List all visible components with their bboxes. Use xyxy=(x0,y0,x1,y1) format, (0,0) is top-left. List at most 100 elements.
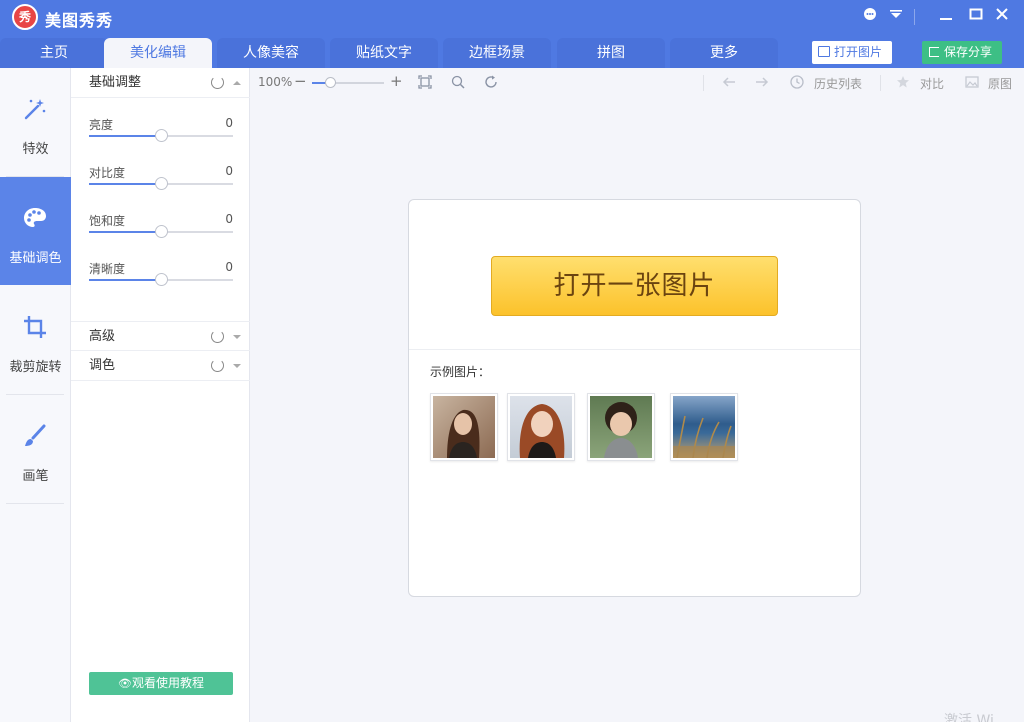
nav-brush[interactable]: 画笔 xyxy=(0,395,71,503)
fit-screen-icon[interactable] xyxy=(418,75,432,89)
sharpness-slider[interactable]: 清晰度 0 xyxy=(89,260,233,300)
open-an-image-button[interactable]: 打开一张图片 xyxy=(491,256,778,316)
card-divider xyxy=(409,349,860,350)
maximize-icon[interactable] xyxy=(965,6,987,28)
main-tab-bar: 主页 美化编辑 人像美容 贴纸文字 边框场景 拼图 更多 打开图片 保存分享 xyxy=(0,36,1024,68)
slider-label: 亮度 xyxy=(89,118,114,132)
title-bar: 秀 美图秀秀 xyxy=(0,0,1024,36)
tab-portrait[interactable]: 人像美容 xyxy=(217,38,325,68)
nav-basic-color[interactable]: 基础调色 xyxy=(0,177,71,285)
nav-crop-rotate[interactable]: 裁剪旋转 xyxy=(0,286,71,394)
watch-tutorial-label: 观看使用教程 xyxy=(131,676,204,690)
redo-icon[interactable] xyxy=(755,75,769,89)
sample-image-landscape[interactable] xyxy=(670,393,738,461)
toolbar-divider xyxy=(880,75,881,91)
slider-fill xyxy=(89,135,161,137)
zoom-out-icon[interactable]: − xyxy=(294,72,307,90)
palette-icon xyxy=(24,208,46,227)
basic-adjust-header[interactable]: 基础调整 xyxy=(71,68,250,98)
open-image-label: 打开图片 xyxy=(834,45,883,59)
saturation-slider[interactable]: 饱和度 0 xyxy=(89,212,233,252)
slider-knob[interactable] xyxy=(155,273,168,286)
watch-tutorial-button[interactable]: 👁观看使用教程 xyxy=(89,672,233,695)
nav-brush-label: 画笔 xyxy=(22,469,49,484)
undo-icon[interactable] xyxy=(722,75,736,89)
tab-more[interactable]: 更多 xyxy=(670,38,778,68)
sample-image-portrait-1[interactable] xyxy=(430,393,498,461)
eye-icon: 👁 xyxy=(118,677,132,690)
tab-home[interactable]: 主页 xyxy=(0,38,108,68)
save-share-button[interactable]: 保存分享 xyxy=(922,41,1002,64)
slider-knob[interactable] xyxy=(155,129,168,142)
image-icon xyxy=(818,46,830,57)
tab-frames-scenes[interactable]: 边框场景 xyxy=(443,38,551,68)
slider-label: 对比度 xyxy=(89,166,126,180)
slider-fill xyxy=(89,231,161,233)
sample-image-portrait-2[interactable] xyxy=(507,393,575,461)
advanced-title: 高级 xyxy=(89,329,116,344)
color-header[interactable]: 调色 xyxy=(71,351,250,381)
open-image-card: 打开一张图片 示例图片： xyxy=(408,199,861,597)
slider-knob[interactable] xyxy=(155,177,168,190)
compare-star-icon[interactable] xyxy=(896,75,910,89)
crop-icon xyxy=(24,316,46,338)
adjust-panel: 基础调整 亮度 0 对比度 0 饱和度 0 清晰度 0 高级 调色 👁观看使用教… xyxy=(71,68,250,722)
dropdown-menu-icon[interactable] xyxy=(885,6,907,28)
collapse-arrow-icon[interactable] xyxy=(233,81,241,85)
slider-fill xyxy=(89,183,161,185)
tab-edit[interactable]: 美化编辑 xyxy=(104,38,212,68)
brush-icon xyxy=(25,424,46,446)
slider-value: 0 xyxy=(225,260,233,274)
open-image-button[interactable]: 打开图片 xyxy=(812,41,892,64)
magic-wand-icon xyxy=(24,99,46,120)
zoom-in-icon[interactable]: + xyxy=(390,72,403,90)
slider-value: 0 xyxy=(225,212,233,226)
canvas-toolbar: 100% − + 历史列表 对比 原图 xyxy=(250,68,1024,98)
original-image-icon[interactable] xyxy=(965,75,979,89)
chat-icon[interactable] xyxy=(859,6,881,28)
color-title: 调色 xyxy=(89,358,116,373)
activation-watermark: 激活 Wi xyxy=(944,713,994,722)
sample-images-label: 示例图片： xyxy=(430,365,491,379)
brightness-slider[interactable]: 亮度 0 xyxy=(89,116,233,156)
close-icon[interactable] xyxy=(991,6,1013,28)
original-label[interactable]: 原图 xyxy=(988,75,1012,92)
tab-stickers-text[interactable]: 贴纸文字 xyxy=(330,38,438,68)
compare-label[interactable]: 对比 xyxy=(920,75,944,92)
expand-arrow-icon[interactable] xyxy=(233,364,241,368)
history-clock-icon[interactable] xyxy=(790,75,804,89)
left-tool-nav: 特效 基础调色 裁剪旋转 画笔 xyxy=(0,68,71,722)
toolbar-divider xyxy=(703,75,704,91)
contrast-slider[interactable]: 对比度 0 xyxy=(89,164,233,204)
basic-adjust-title: 基础调整 xyxy=(89,75,142,90)
title-divider xyxy=(914,9,915,25)
slider-label: 饱和度 xyxy=(89,214,126,228)
nav-crop-rotate-label: 裁剪旋转 xyxy=(9,360,62,375)
reset-icon[interactable] xyxy=(211,330,224,343)
slider-label: 清晰度 xyxy=(89,262,126,276)
actual-size-icon[interactable] xyxy=(451,75,465,89)
slider-knob[interactable] xyxy=(155,225,168,238)
reset-icon[interactable] xyxy=(211,359,224,372)
sample-image-child[interactable] xyxy=(587,393,655,461)
nav-divider xyxy=(6,503,64,504)
slider-value: 0 xyxy=(225,164,233,178)
advanced-header[interactable]: 高级 xyxy=(71,321,250,351)
export-icon xyxy=(929,47,939,57)
nav-basic-color-label: 基础调色 xyxy=(9,251,62,266)
slider-fill xyxy=(89,279,161,281)
nav-effects-label: 特效 xyxy=(22,142,49,157)
nav-effects[interactable]: 特效 xyxy=(0,68,71,176)
zoom-level: 100% xyxy=(258,75,293,89)
zoom-slider-knob[interactable] xyxy=(325,77,336,88)
slider-value: 0 xyxy=(225,116,233,130)
minimize-icon[interactable] xyxy=(935,6,957,28)
reset-icon[interactable] xyxy=(211,76,224,89)
expand-arrow-icon[interactable] xyxy=(233,335,241,339)
rotate-icon[interactable] xyxy=(484,75,498,89)
app-logo: 秀 xyxy=(12,4,38,30)
save-share-label: 保存分享 xyxy=(944,45,993,59)
history-list-label[interactable]: 历史列表 xyxy=(814,75,862,92)
app-title: 美图秀秀 xyxy=(45,11,114,30)
tab-collage[interactable]: 拼图 xyxy=(557,38,665,68)
